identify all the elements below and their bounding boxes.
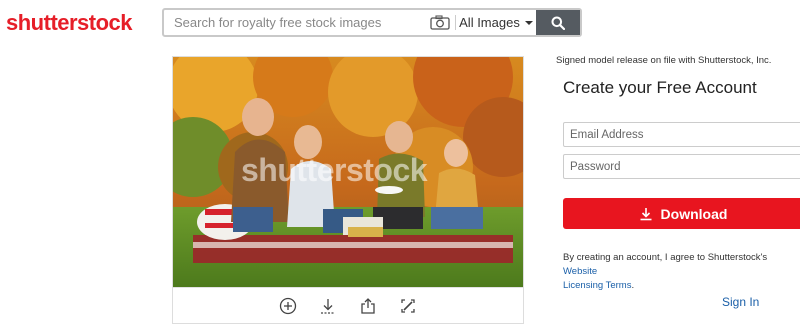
website-terms-link[interactable]: Website [563,266,597,277]
image-type-label: All Images [459,15,520,30]
terms-prefix: By creating an account, I agree to Shutt… [563,252,768,263]
search-bar: All Images [162,8,582,37]
terms-suffix: . [631,280,635,291]
image-toolbar [173,287,523,323]
model-release-note: Signed model release on file with Shutte… [556,55,772,66]
download-label: Download [660,205,728,222]
stock-photo[interactable]: shutterstock [173,57,523,287]
watermark: shutterstock [241,152,428,188]
image-type-dropdown[interactable]: All Images [456,10,536,35]
image-preview: shutterstock [172,56,524,324]
licensing-terms-link[interactable]: Licensing Terms [563,280,631,291]
download-icon[interactable] [318,296,338,316]
share-icon[interactable] [358,296,378,316]
email-field[interactable] [563,122,800,147]
terms-text: By creating an account, I agree to Shutt… [563,251,800,293]
camera-icon[interactable] [425,10,455,35]
add-to-lightbox-icon[interactable] [278,296,298,316]
search-icon [551,16,565,30]
search-button[interactable] [536,10,580,35]
chevron-down-icon [524,20,533,25]
shutterstock-logo[interactable]: shutterstock [6,10,133,36]
download-button[interactable]: Download [563,198,800,229]
signup-heading: Create your Free Account [563,78,757,97]
download-arrow-icon [640,207,652,220]
sign-in-link[interactable]: Sign In [722,295,759,309]
password-field[interactable] [563,154,800,179]
edit-icon[interactable] [398,296,418,316]
search-input[interactable] [164,10,425,35]
